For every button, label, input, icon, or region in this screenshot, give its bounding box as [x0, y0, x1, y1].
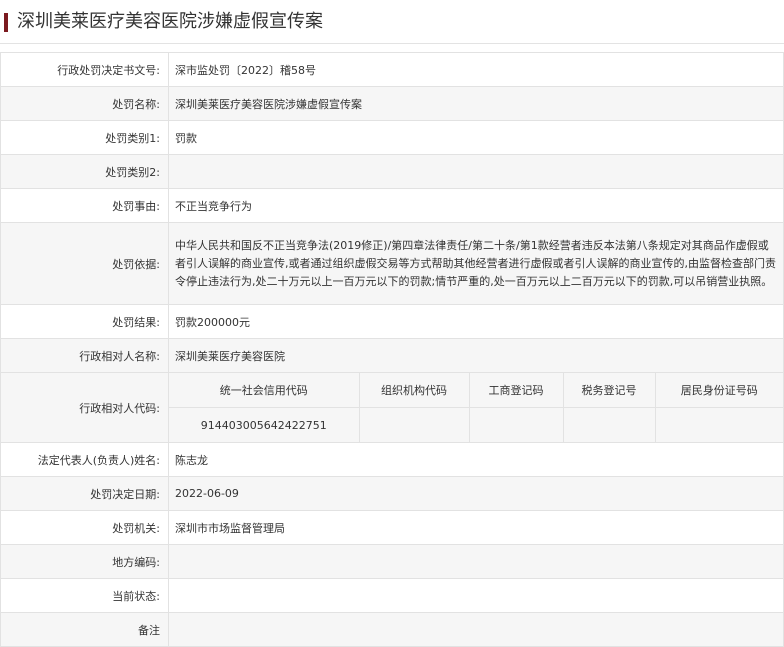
- header-org-code: 组织机构代码: [359, 373, 470, 408]
- row-party-codes: 行政相对人代码: 统一社会信用代码 组织机构代码 工商登记码 税务登记号 居民身…: [0, 372, 784, 443]
- reason-label: 处罚事由:: [0, 188, 169, 223]
- basis-label: 处罚依据:: [0, 222, 169, 305]
- reason-value: 不正当竞争行为: [168, 188, 784, 223]
- region-code-label: 地方编码:: [0, 544, 169, 579]
- authority-label: 处罚机关:: [0, 510, 169, 545]
- category2-value: [168, 154, 784, 189]
- category1-value: 罚款: [168, 120, 784, 155]
- category2-label: 处罚类别2:: [0, 154, 169, 189]
- remarks-label: 备注: [0, 612, 169, 647]
- row-remarks: 备注: [0, 612, 784, 647]
- org-code-value: [359, 407, 470, 442]
- row-authority: 处罚机关: 深圳市市场监督管理局: [0, 510, 784, 545]
- row-reason: 处罚事由: 不正当竞争行为: [0, 188, 784, 223]
- decision-date-label: 处罚决定日期:: [0, 476, 169, 511]
- current-status-value: [168, 578, 784, 613]
- decision-no-value: 深市监处罚〔2022〕稽58号: [168, 52, 784, 87]
- party-name-label: 行政相对人名称:: [0, 338, 169, 373]
- penalty-detail-table: 行政处罚决定书文号: 深市监处罚〔2022〕稽58号 处罚名称: 深圳美莱医疗美…: [0, 52, 784, 647]
- decision-date-value: 2022-06-09: [168, 476, 784, 511]
- party-codes-cell: 统一社会信用代码 组织机构代码 工商登记码 税务登记号 居民身份证号码 9144…: [168, 372, 784, 443]
- region-code-value: [168, 544, 784, 579]
- row-decision-no: 行政处罚决定书文号: 深市监处罚〔2022〕稽58号: [0, 52, 784, 87]
- credit-code-value: 914403005642422751: [169, 407, 360, 442]
- business-reg-code-value: [469, 407, 564, 442]
- party-name-value: 深圳美莱医疗美容医院: [168, 338, 784, 373]
- row-penalty-name: 处罚名称: 深圳美莱医疗美容医院涉嫌虚假宣传案: [0, 86, 784, 121]
- row-party-name: 行政相对人名称: 深圳美莱医疗美容医院: [0, 338, 784, 373]
- decision-no-label: 行政处罚决定书文号:: [0, 52, 169, 87]
- authority-value: 深圳市市场监督管理局: [168, 510, 784, 545]
- title-bar: 深圳美莱医疗美容医院涉嫌虚假宣传案: [0, 0, 784, 44]
- remarks-value: [168, 612, 784, 647]
- tax-reg-no-value: [563, 407, 656, 442]
- header-id-card-no: 居民身份证号码: [655, 373, 783, 408]
- legal-rep-value: 陈志龙: [168, 442, 784, 477]
- id-card-no-value: [655, 408, 783, 443]
- legal-rep-label: 法定代表人(负责人)姓名:: [0, 442, 169, 477]
- penalty-name-label: 处罚名称:: [0, 86, 169, 121]
- current-status-label: 当前状态:: [0, 578, 169, 613]
- row-region-code: 地方编码:: [0, 544, 784, 579]
- row-legal-rep: 法定代表人(负责人)姓名: 陈志龙: [0, 442, 784, 477]
- header-tax-reg-no: 税务登记号: [563, 373, 656, 408]
- row-category1: 处罚类别1: 罚款: [0, 120, 784, 155]
- party-codes-header-row: 统一社会信用代码 组织机构代码 工商登记码 税务登记号 居民身份证号码: [169, 373, 783, 408]
- category1-label: 处罚类别1:: [0, 120, 169, 155]
- header-business-reg-code: 工商登记码: [469, 373, 564, 408]
- row-current-status: 当前状态:: [0, 578, 784, 613]
- row-basis: 处罚依据: 中华人民共和国反不正当竞争法(2019修正)/第四章法律责任/第二十…: [0, 222, 784, 305]
- party-codes-table: 统一社会信用代码 组织机构代码 工商登记码 税务登记号 居民身份证号码 9144…: [169, 373, 783, 442]
- title-accent-bar: [4, 13, 8, 32]
- basis-value: 中华人民共和国反不正当竞争法(2019修正)/第四章法律责任/第二十条/第1款经…: [168, 222, 784, 305]
- row-result: 处罚结果: 罚款200000元: [0, 304, 784, 339]
- party-codes-value-row: 914403005642422751: [169, 407, 783, 443]
- party-codes-label: 行政相对人代码:: [0, 372, 169, 443]
- header-credit-code: 统一社会信用代码: [169, 373, 360, 408]
- result-label: 处罚结果:: [0, 304, 169, 339]
- page-title: 深圳美莱医疗美容医院涉嫌虚假宣传案: [17, 11, 323, 32]
- penalty-name-value: 深圳美莱医疗美容医院涉嫌虚假宣传案: [168, 86, 784, 121]
- row-category2: 处罚类别2:: [0, 154, 784, 189]
- row-decision-date: 处罚决定日期: 2022-06-09: [0, 476, 784, 511]
- result-value: 罚款200000元: [168, 304, 784, 339]
